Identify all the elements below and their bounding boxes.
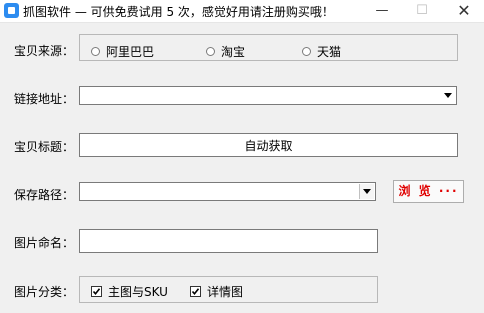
radio-label: 天猫 xyxy=(317,45,342,59)
checkbox-label: 详情图 xyxy=(207,285,244,299)
link-combobox[interactable] xyxy=(79,86,457,105)
maximize-button[interactable]: ☐ xyxy=(402,0,442,22)
radio-label: 淘宝 xyxy=(221,45,246,59)
image-name-label: 图片命名： xyxy=(14,236,75,250)
radio-taobao[interactable]: 淘宝 xyxy=(206,43,245,60)
image-name-input[interactable] xyxy=(79,229,378,253)
close-button[interactable]: ✕ xyxy=(444,0,484,22)
radio-tmall[interactable]: 天猫 xyxy=(302,43,341,60)
link-label: 链接地址： xyxy=(14,92,75,106)
checkbox-detail[interactable]: 详情图 xyxy=(190,283,243,300)
checkbox-box xyxy=(190,286,201,297)
save-path-label: 保存路径： xyxy=(14,188,75,202)
title-label: 宝贝标题： xyxy=(14,140,75,154)
minimize-button[interactable]: — xyxy=(362,0,402,22)
source-label: 宝贝来源： xyxy=(14,44,75,58)
title-input[interactable]: 自动获取 xyxy=(79,133,458,157)
checkbox-label: 主图与SKU xyxy=(108,285,168,299)
category-label: 图片分类： xyxy=(14,285,75,299)
radio-circle xyxy=(302,47,311,56)
radio-circle xyxy=(91,47,100,56)
radio-label: 阿里巴巴 xyxy=(106,45,155,59)
category-group: 主图与SKU 详情图 xyxy=(79,276,378,303)
title-bar: 抓图软件 — 可供免费试用 5 次，感觉好用请注册购买哦！ — ☐ ✕ xyxy=(0,0,484,23)
title-value: 自动获取 xyxy=(244,139,293,153)
checkbox-box xyxy=(91,286,102,297)
save-path-combobox[interactable] xyxy=(79,182,376,201)
checkbox-main-sku[interactable]: 主图与SKU xyxy=(91,283,168,300)
window-title: 抓图软件 — 可供免费试用 5 次，感觉好用请注册购买哦！ xyxy=(23,5,334,19)
dropdown-arrow-icon[interactable] xyxy=(441,88,455,103)
radio-alibaba[interactable]: 阿里巴巴 xyxy=(91,43,154,60)
app-icon xyxy=(4,3,19,18)
source-group: 阿里巴巴 淘宝 天猫 xyxy=(79,34,458,61)
browse-button[interactable]: 浏 览 ··· xyxy=(393,180,464,203)
dropdown-arrow-icon[interactable] xyxy=(359,184,374,199)
radio-circle xyxy=(206,47,215,56)
